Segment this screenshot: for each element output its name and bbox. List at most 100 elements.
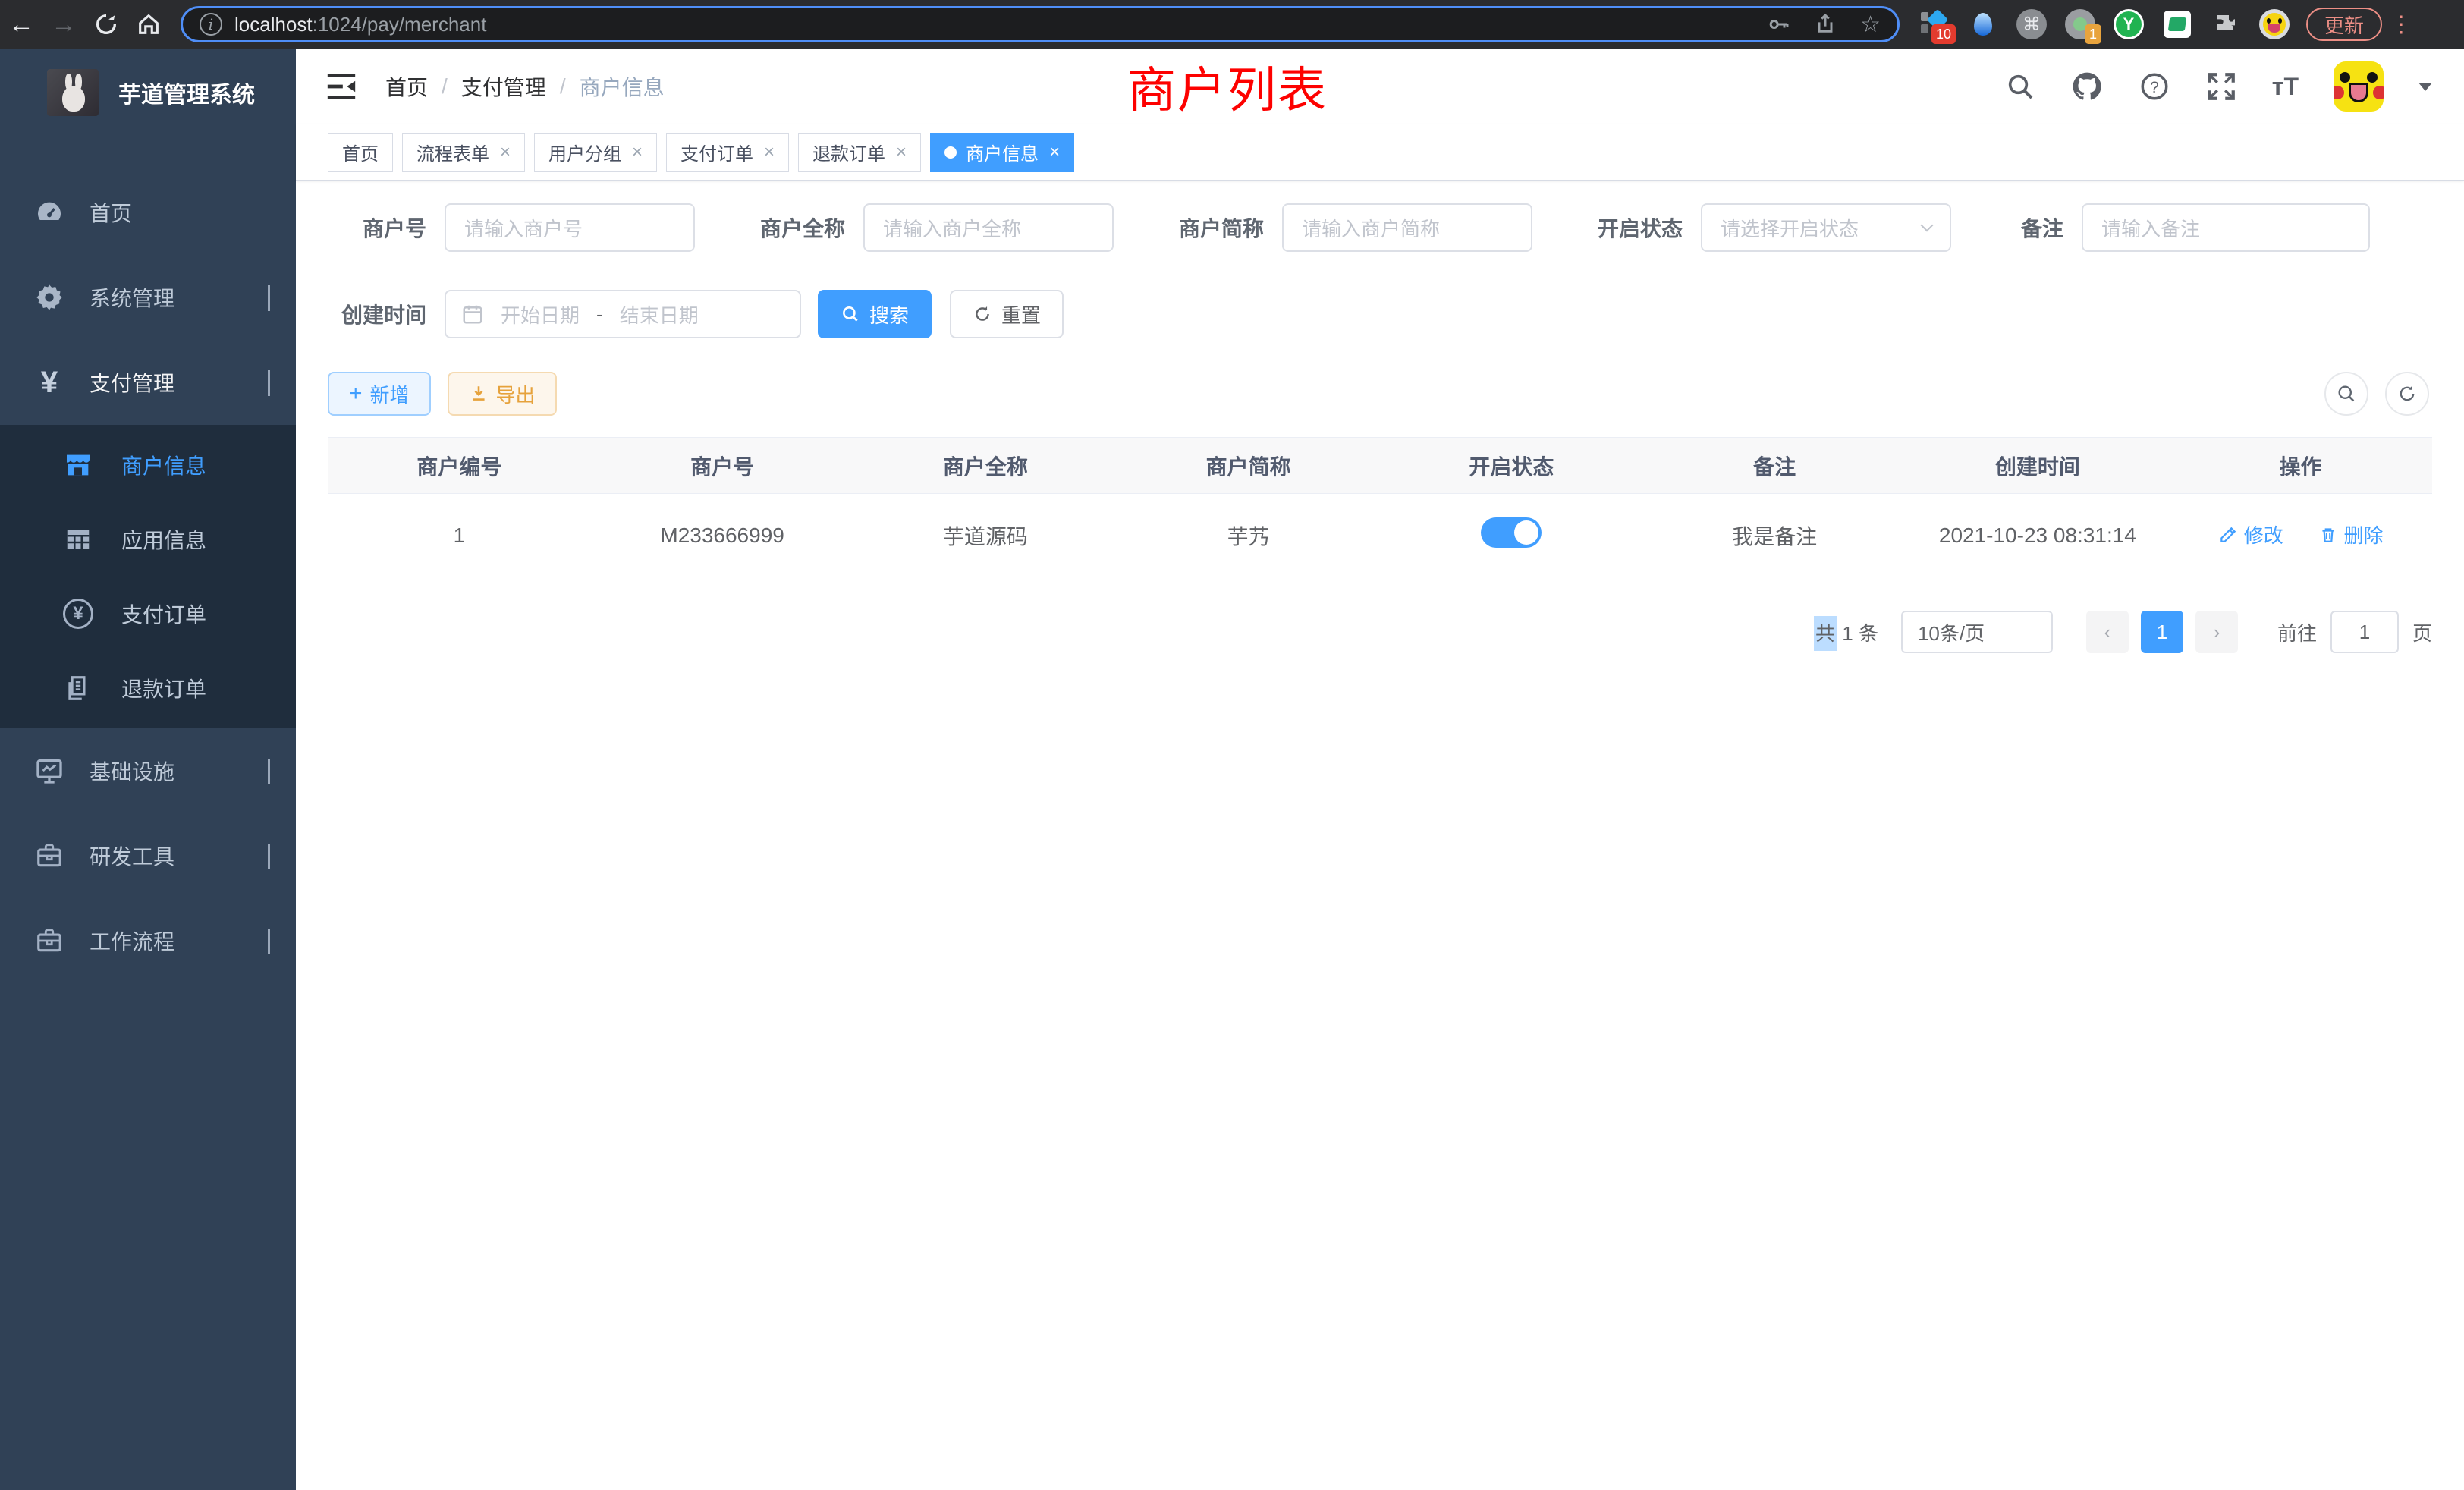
shop-icon — [61, 450, 96, 480]
site-info-icon[interactable]: i — [200, 13, 222, 36]
close-icon[interactable]: × — [1049, 142, 1060, 163]
extension-icon-pin[interactable] — [1968, 9, 1998, 39]
close-icon[interactable]: × — [764, 142, 775, 163]
url-text[interactable]: localhost:1024/pay/merchant — [234, 13, 486, 36]
home-icon[interactable] — [127, 11, 170, 37]
fullscreen-icon[interactable] — [2205, 71, 2237, 102]
back-icon[interactable]: ← — [0, 10, 42, 39]
share-icon[interactable] — [1813, 12, 1837, 36]
export-button[interactable]: 导出 — [448, 372, 557, 416]
user-avatar[interactable] — [2334, 61, 2384, 112]
address-bar[interactable]: i localhost:1024/pay/merchant ☆ — [181, 6, 1900, 42]
col-remark: 备注 — [1643, 438, 1906, 494]
sidebar-item-home[interactable]: 首页 — [0, 170, 296, 255]
sidebar-item-devtools[interactable]: 研发工具 — [0, 813, 296, 898]
edit-button[interactable]: 修改 — [2218, 520, 2283, 549]
calendar-icon — [461, 303, 484, 325]
extension-icon-command[interactable]: ⌘ — [2016, 9, 2047, 39]
extension-icon-2[interactable]: 1 — [2065, 9, 2095, 39]
help-icon[interactable]: ? — [2139, 71, 2170, 102]
remark-input[interactable]: 请输入备注 — [2082, 203, 2370, 252]
close-icon[interactable]: × — [632, 142, 643, 163]
download-icon — [469, 384, 489, 404]
monitor-icon — [32, 756, 67, 786]
full-name-input[interactable]: 请输入商户全称 — [863, 203, 1114, 252]
tab-process-form[interactable]: 流程表单 × — [402, 133, 525, 172]
gear-icon — [32, 282, 67, 313]
show-search-toggle-button[interactable] — [2324, 372, 2368, 416]
chevron-down-icon — [1921, 219, 1934, 232]
chrome-update-button[interactable]: 更新 — [2306, 8, 2382, 41]
breadcrumb-current: 商户信息 — [580, 71, 665, 102]
app-logo[interactable]: 芋道管理系统 — [0, 49, 296, 137]
short-name-input[interactable]: 请输入商户简称 — [1282, 203, 1532, 252]
merchant-no-input[interactable]: 请输入商户号 — [445, 203, 695, 252]
tab-home[interactable]: 首页 — [328, 133, 393, 172]
close-icon[interactable]: × — [896, 142, 907, 163]
app-title: 芋道管理系统 — [118, 76, 255, 109]
tab-pay-order[interactable]: 支付订单 × — [666, 133, 789, 172]
sidebar-item-payment[interactable]: ¥ 支付管理 — [0, 340, 296, 425]
yen-circle-icon: ¥ — [61, 599, 96, 629]
end-date-input[interactable]: 结束日期 — [620, 300, 699, 328]
reload-icon[interactable] — [85, 11, 127, 37]
logo-image — [47, 69, 99, 116]
close-icon[interactable]: × — [500, 142, 511, 163]
extension-icon-chat[interactable] — [2162, 9, 2192, 39]
tags-bar: 首页 流程表单 × 用户分组 × 支付订单 × 退款订单 × 商户信息 × — [296, 124, 2464, 181]
browser-menu-icon[interactable]: ⋮ — [2390, 11, 2412, 38]
password-key-icon[interactable] — [1766, 12, 1790, 36]
active-tab-dot — [944, 146, 957, 159]
sidebar-item-refund-order[interactable]: 退款订单 — [0, 651, 296, 725]
font-size-icon[interactable]: тT — [2272, 73, 2299, 101]
prev-page-button[interactable]: ‹ — [2086, 611, 2129, 653]
search-icon[interactable] — [2005, 71, 2035, 102]
cell-merchant-id: 1 — [328, 494, 591, 577]
sidebar-item-pay-order[interactable]: ¥ 支付订单 — [0, 577, 296, 651]
filter-row-2: 创建时间 开始日期 - 结束日期 搜索 重置 — [328, 290, 2432, 338]
sidebar-item-infrastructure[interactable]: 基础设施 — [0, 728, 296, 813]
profile-avatar-icon[interactable] — [2259, 9, 2290, 39]
sidebar-collapse-icon[interactable] — [325, 71, 358, 102]
next-page-button[interactable]: › — [2195, 611, 2238, 653]
refresh-button[interactable] — [2385, 372, 2429, 416]
tab-user-group[interactable]: 用户分组 × — [534, 133, 657, 172]
sidebar-item-merchant-info[interactable]: 商户信息 — [0, 428, 296, 502]
sidebar-item-workflow[interactable]: 工作流程 — [0, 898, 296, 983]
table-toolbar: + 新增 导出 — [328, 372, 2432, 416]
search-button[interactable]: 搜索 — [818, 290, 932, 338]
goto-page-input[interactable]: 1 — [2330, 611, 2399, 653]
status-toggle[interactable] — [1481, 517, 1542, 548]
create-time-range-picker[interactable]: 开始日期 - 结束日期 — [445, 290, 801, 338]
extension-icon-1[interactable]: 10 — [1919, 9, 1950, 39]
breadcrumb-payment[interactable]: 支付管理 — [461, 71, 546, 102]
bookmark-star-icon[interactable]: ☆ — [1860, 11, 1881, 38]
remark-label: 备注 — [1951, 212, 2082, 243]
breadcrumb: 首页 / 支付管理 / 商户信息 — [385, 71, 665, 102]
sidebar-item-system[interactable]: 系统管理 — [0, 255, 296, 340]
page-size-select[interactable]: 10条/页 — [1901, 611, 2053, 653]
forward-icon[interactable]: → — [42, 10, 85, 39]
status-select[interactable]: 请选择开启状态 — [1701, 203, 1951, 252]
add-button[interactable]: + 新增 — [328, 372, 431, 416]
dashboard-icon — [32, 197, 67, 228]
start-date-input[interactable]: 开始日期 — [501, 300, 580, 328]
extension-icon-y[interactable]: Y — [2114, 9, 2144, 39]
sidebar-item-app-info[interactable]: 应用信息 — [0, 502, 296, 577]
page-1-button[interactable]: 1 — [2141, 611, 2183, 653]
tab-merchant-info[interactable]: 商户信息 × — [930, 133, 1074, 172]
sidebar-item-label: 首页 — [90, 197, 132, 228]
cell-merchant-no: M233666999 — [591, 494, 854, 577]
github-icon[interactable] — [2070, 70, 2104, 103]
avatar-dropdown-caret[interactable] — [2418, 83, 2432, 91]
table-row: 1 M233666999 芋道源码 芋艿 我是备注 2021-10-23 08:… — [328, 494, 2432, 577]
reset-button[interactable]: 重置 — [950, 290, 1064, 338]
puzzle-extensions-icon[interactable] — [2211, 9, 2241, 39]
cell-short-name: 芋艿 — [1117, 494, 1380, 577]
col-status: 开启状态 — [1380, 438, 1643, 494]
delete-button[interactable]: 删除 — [2318, 520, 2384, 549]
tab-refund-order[interactable]: 退款订单 × — [798, 133, 921, 172]
screen: ← → i localhost:1024/pay/merchant ☆ — [0, 0, 2464, 1490]
breadcrumb-home[interactable]: 首页 — [385, 71, 428, 102]
status-label: 开启状态 — [1532, 212, 1701, 243]
